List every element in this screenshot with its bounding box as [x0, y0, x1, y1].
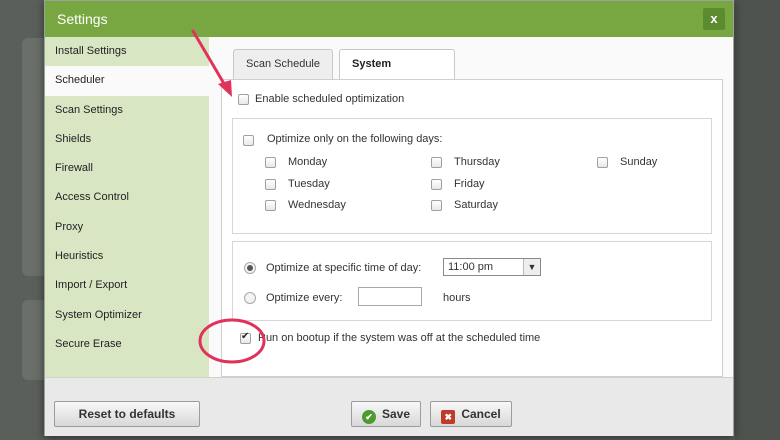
sidebar-item-firewall[interactable]: Firewall [45, 154, 209, 183]
save-label: Save [381, 407, 411, 421]
reset-defaults-label: Reset to defaults [78, 407, 176, 421]
specific-time-radio[interactable] [244, 262, 256, 274]
saturday-checkbox[interactable] [431, 200, 442, 211]
thursday-label: Thursday [454, 156, 500, 168]
thursday-checkbox[interactable] [431, 157, 442, 168]
x-icon: ✖ [441, 410, 456, 424]
days-label: Optimize only on the following days: [267, 133, 443, 145]
settings-content: Scan Schedule System Optimizer Enable sc… [209, 37, 733, 377]
caret-down-icon: ▼ [523, 259, 540, 275]
sidebar-item-proxy[interactable]: Proxy [45, 213, 209, 242]
tuesday-label: Tuesday [288, 178, 330, 190]
background-edge [735, 0, 780, 440]
sidebar-item-scheduler[interactable]: Scheduler [45, 66, 209, 96]
sidebar-item-heuristics[interactable]: Heuristics [45, 242, 209, 271]
sidebar-item-shields[interactable]: Shields [45, 125, 209, 154]
sidebar-item-scan-settings[interactable]: Scan Settings [45, 96, 209, 125]
cancel-label: Cancel [461, 407, 501, 421]
settings-dialog: Settings x Install Settings Scheduler Sc… [44, 0, 734, 436]
cancel-button[interactable]: ✖ Cancel [430, 401, 512, 427]
sunday-label: Sunday [620, 156, 658, 168]
days-checkbox[interactable] [243, 135, 254, 146]
tuesday-checkbox[interactable] [265, 179, 276, 190]
friday-checkbox[interactable] [431, 179, 442, 190]
hours-label: hours [443, 292, 471, 304]
enable-optimization-label: Enable scheduled optimization [255, 93, 405, 105]
days-group: Optimize only on the following days: Mon… [232, 118, 712, 234]
save-button[interactable]: ✔ Save [351, 401, 421, 427]
wednesday-checkbox[interactable] [265, 200, 276, 211]
time-group: Optimize at specific time of day: 11:00 … [232, 241, 712, 321]
sidebar-item-access-control[interactable]: Access Control [45, 183, 209, 212]
close-button[interactable]: x [703, 8, 725, 30]
sidebar-item-system-optimizer[interactable]: System Optimizer [45, 301, 209, 330]
sidebar-item-import-export[interactable]: Import / Export [45, 271, 209, 300]
checkmark-icon: ✔ [361, 410, 376, 424]
time-select[interactable]: 11:00 pm ▼ [443, 258, 541, 276]
optimize-every-radio[interactable] [244, 292, 256, 304]
friday-label: Friday [454, 178, 485, 190]
time-select-value: 11:00 pm [448, 261, 494, 273]
run-on-bootup-checkbox[interactable] [240, 331, 251, 344]
run-on-bootup-label: Run on bootup if the system was off at t… [258, 332, 541, 344]
sidebar-item-secure-erase[interactable]: Secure Erase [45, 330, 209, 359]
sidebar-item-install-settings[interactable]: Install Settings [45, 37, 209, 66]
saturday-label: Saturday [454, 199, 499, 211]
system-optimizer-panel: Enable scheduled optimization Optimize o… [221, 79, 723, 377]
dialog-footer: Reset to defaults ✔ Save ✖ Cancel [45, 377, 733, 436]
reset-defaults-button[interactable]: Reset to defaults [54, 401, 200, 427]
optimize-every-label: Optimize every: [266, 292, 343, 304]
tab-system-optimizer[interactable]: System Optimizer [339, 49, 455, 98]
specific-time-label: Optimize at specific time of day: [266, 262, 422, 274]
dialog-titlebar: Settings x [45, 1, 733, 37]
monday-checkbox[interactable] [265, 157, 276, 168]
tab-scan-schedule[interactable]: Scan Schedule [233, 49, 333, 79]
settings-sidebar: Install Settings Scheduler Scan Settings… [45, 37, 209, 377]
wednesday-label: Wednesday [288, 199, 346, 211]
optimize-every-input[interactable] [358, 287, 422, 306]
sunday-checkbox[interactable] [597, 157, 608, 168]
enable-optimization-checkbox[interactable] [238, 94, 249, 105]
monday-label: Monday [288, 156, 328, 168]
dialog-title: Settings [57, 11, 108, 27]
